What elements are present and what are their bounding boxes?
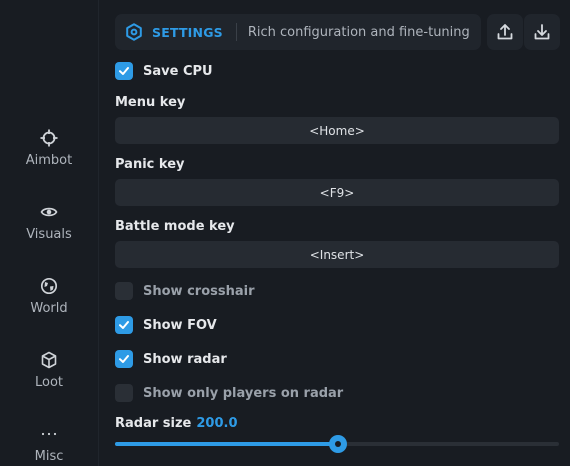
show-crosshair-checkbox[interactable]: Show crosshair [115, 282, 255, 300]
check-icon [119, 355, 129, 363]
checkbox-box[interactable] [115, 316, 133, 334]
radar-size-value: 200.0 [196, 416, 238, 431]
more-dots-icon [41, 432, 57, 436]
sidebar-item-world[interactable]: World [0, 277, 98, 316]
radar-size-slider[interactable] [115, 435, 559, 453]
check-icon [119, 67, 129, 75]
sidebar: Aimbot Visuals World Loot Misc [0, 0, 99, 466]
sidebar-item-misc[interactable]: Misc [0, 425, 98, 464]
globe-icon [40, 277, 58, 295]
sidebar-item-loot[interactable]: Loot [0, 351, 98, 390]
crosshair-icon [40, 129, 58, 147]
show-radar-checkbox[interactable]: Show radar [115, 350, 227, 368]
cube-icon [41, 351, 57, 369]
menu-key-field[interactable]: <Home> [115, 117, 559, 144]
header-divider [235, 23, 237, 41]
page-title: SETTINGS [152, 24, 223, 40]
checkbox-label: Show only players on radar [143, 385, 344, 401]
check-icon [119, 321, 129, 329]
download-icon [534, 24, 550, 40]
sidebar-item-label: Aimbot [25, 153, 73, 168]
sidebar-item-aimbot[interactable]: Aimbot [0, 129, 98, 168]
checkbox-label: Save CPU [143, 63, 213, 79]
battle-mode-key-field[interactable]: <Insert> [115, 241, 559, 268]
settings-header: SETTINGS Rich configuration and fine-tun… [115, 14, 481, 50]
save-cpu-checkbox[interactable]: Save CPU [115, 62, 213, 80]
panic-key-label: Panic key [115, 157, 185, 172]
show-only-players-on-radar-checkbox[interactable]: Show only players on radar [115, 384, 343, 402]
radar-size-label: Radar size 200.0 [115, 416, 238, 431]
slider-handle[interactable] [329, 435, 348, 453]
sidebar-item-label: Visuals [26, 227, 72, 242]
sidebar-item-visuals[interactable]: Visuals [0, 203, 98, 242]
sidebar-item-label: Misc [34, 449, 64, 464]
menu-key-label: Menu key [115, 95, 186, 110]
slider-label-text: Radar size [115, 416, 192, 431]
export-button[interactable] [487, 14, 523, 50]
eye-icon [40, 207, 58, 217]
checkbox-box[interactable] [115, 350, 133, 368]
battle-mode-key-label: Battle mode key [115, 219, 235, 234]
settings-panel: SETTINGS Rich configuration and fine-tun… [99, 0, 570, 466]
sidebar-item-label: Loot [34, 375, 64, 390]
checkbox-box[interactable] [115, 384, 133, 402]
upload-icon [497, 24, 513, 40]
checkbox-label: Show radar [143, 351, 227, 367]
import-button[interactable] [524, 14, 560, 50]
slider-fill [115, 442, 339, 446]
sidebar-item-label: World [30, 301, 68, 316]
show-fov-checkbox[interactable]: Show FOV [115, 316, 217, 334]
hex-gear-icon [126, 23, 142, 41]
page-subtitle: Rich configuration and fine-tuning [247, 24, 470, 40]
panic-key-field[interactable]: <F9> [115, 179, 559, 206]
checkbox-label: Show crosshair [143, 283, 255, 299]
checkbox-box[interactable] [115, 282, 133, 300]
checkbox-label: Show FOV [143, 317, 217, 333]
checkbox-box[interactable] [115, 62, 133, 80]
